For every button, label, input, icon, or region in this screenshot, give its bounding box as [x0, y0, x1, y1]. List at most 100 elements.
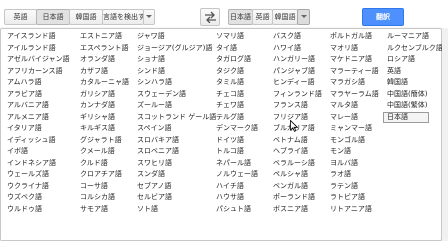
language-menu-item[interactable]: ウェールズ語: [5, 169, 70, 181]
language-menu-item[interactable]: セブアノ語: [135, 181, 216, 193]
language-menu-item[interactable]: グジャラト語: [78, 135, 129, 147]
language-menu-item[interactable]: アイルランド語: [5, 43, 70, 55]
language-menu-item[interactable]: 韓国語: [385, 77, 443, 89]
language-menu-item[interactable]: ソト語: [135, 204, 216, 216]
language-menu-item[interactable]: ジャワ語: [135, 31, 216, 43]
language-menu-item[interactable]: イディッシュ語: [5, 135, 70, 147]
language-menu-item[interactable]: ソマリ語: [214, 31, 258, 43]
language-menu-item[interactable]: マレー語: [328, 112, 379, 124]
language-menu-item[interactable]: ヘブライ語: [271, 146, 322, 158]
language-menu-item[interactable]: マラガシ語: [328, 77, 379, 89]
language-menu-item[interactable]: タジク語: [214, 66, 258, 78]
language-menu-item[interactable]: ヨルバ語: [328, 158, 379, 170]
detect-language-button[interactable]: 言語を検出する: [102, 9, 144, 25]
language-menu-item[interactable]: クルド語: [78, 158, 129, 170]
language-menu-item[interactable]: モンゴル語: [328, 135, 379, 147]
language-menu-item[interactable]: シンド語: [135, 66, 216, 78]
language-menu-item[interactable]: コーサ語: [78, 181, 129, 193]
language-menu-item[interactable]: イボ語: [5, 146, 70, 158]
language-menu-item[interactable]: コルシカ語: [78, 192, 129, 204]
language-menu-item[interactable]: ノルウェー語: [214, 169, 258, 181]
language-menu-item[interactable]: エストニア語: [78, 31, 129, 43]
language-menu-item[interactable]: サモア語: [78, 204, 129, 216]
language-menu-item[interactable]: アルメニア語: [5, 112, 70, 124]
language-menu-item[interactable]: ベトナム語: [271, 135, 322, 147]
language-menu-item[interactable]: カンナダ語: [78, 100, 129, 112]
language-menu-item[interactable]: バスク語: [271, 31, 322, 43]
language-menu-item[interactable]: カザフ語: [78, 66, 129, 78]
language-menu-item[interactable]: ボスニア語: [271, 204, 322, 216]
language-menu-item[interactable]: ハウサ語: [214, 192, 258, 204]
source-lang-korean-button[interactable]: 韓国語: [69, 9, 103, 25]
language-menu-item[interactable]: ヒンディー語: [271, 77, 322, 89]
language-menu-item[interactable]: タガログ語: [214, 54, 258, 66]
language-menu-item[interactable]: フランス語: [271, 100, 322, 112]
language-menu-item[interactable]: ウズベク語: [5, 192, 70, 204]
language-menu-item[interactable]: フィンランド語: [271, 89, 322, 101]
language-menu-item[interactable]: パンジャブ語: [271, 66, 322, 78]
language-menu-item[interactable]: シンハラ語: [135, 77, 216, 89]
translate-button[interactable]: 翻訳: [362, 8, 404, 26]
language-menu-item[interactable]: ウクライナ語: [5, 181, 70, 193]
language-menu-item[interactable]: クメール語: [78, 146, 129, 158]
page-scrollbar[interactable]: [442, 28, 448, 241]
language-menu-item[interactable]: ポーランド語: [271, 192, 322, 204]
target-lang-dropdown-button[interactable]: [297, 9, 310, 25]
language-menu-item[interactable]: ミャンマー語: [328, 123, 379, 135]
language-menu-item[interactable]: テルグ語: [214, 112, 258, 124]
language-menu-item[interactable]: ズールー語: [135, 100, 216, 112]
language-menu-item[interactable]: マオリ語: [328, 43, 379, 55]
language-menu-item[interactable]: スペイン語: [135, 123, 216, 135]
language-menu-item[interactable]: マルタ語: [328, 100, 379, 112]
language-menu-item[interactable]: ベンガル語: [271, 181, 322, 193]
language-menu-item[interactable]: キルギス語: [78, 123, 129, 135]
language-menu-item[interactable]: アイスランド語: [5, 31, 70, 43]
source-lang-english-button[interactable]: 英語: [4, 9, 37, 25]
language-menu-item[interactable]: スウェーデン語: [135, 89, 216, 101]
language-menu-item[interactable]: リトアニア語: [328, 204, 379, 216]
language-menu-item[interactable]: スコットランド ゲール語: [135, 112, 216, 124]
language-menu-item[interactable]: セルビア語: [135, 192, 216, 204]
language-menu-item[interactable]: スロベニア語: [135, 146, 216, 158]
language-menu-item[interactable]: ポルトガル語: [328, 31, 379, 43]
language-menu-item[interactable]: ラオ語: [328, 169, 379, 181]
language-menu-item[interactable]: デンマーク語: [214, 123, 258, 135]
language-menu-item[interactable]: ハワイ語: [271, 43, 322, 55]
language-menu-item[interactable]: モン語: [328, 146, 379, 158]
language-menu-item[interactable]: ウルドゥ語: [5, 204, 70, 216]
language-menu-item[interactable]: 中国語(簡体): [385, 89, 443, 101]
language-menu-item[interactable]: マケドニア語: [328, 54, 379, 66]
language-menu-item[interactable]: トルコ語: [214, 146, 258, 158]
language-menu-item[interactable]: アゼルバイジャン語: [5, 54, 70, 66]
language-menu-item[interactable]: 英語: [385, 66, 443, 78]
target-lang-korean-button[interactable]: 韓国語: [272, 9, 298, 25]
language-menu-item[interactable]: ハンガリー語: [271, 54, 322, 66]
language-menu-item[interactable]: ベラルーシ語: [271, 158, 322, 170]
target-lang-english-button[interactable]: 英語: [252, 9, 273, 25]
language-menu-item[interactable]: カタルーニャ語: [78, 77, 129, 89]
language-menu-item[interactable]: クロアチア語: [78, 169, 129, 181]
language-menu-item[interactable]: スンダ語: [135, 169, 216, 181]
language-menu-item[interactable]: タミル語: [214, 77, 258, 89]
source-lang-dropdown-button[interactable]: [143, 9, 155, 25]
language-menu-item[interactable]: マラーティー語: [328, 66, 379, 78]
language-menu-item[interactable]: ドイツ語: [214, 135, 258, 147]
language-menu-item[interactable]: スワヒリ語: [135, 158, 216, 170]
swap-languages-button[interactable]: [200, 8, 220, 26]
language-menu-item[interactable]: ラテン語: [328, 181, 379, 193]
language-menu-item[interactable]: ルクセンブルク語: [385, 43, 443, 55]
language-menu-item[interactable]: ショナ語: [135, 54, 216, 66]
language-menu-item[interactable]: チェワ語: [214, 100, 258, 112]
language-menu-item[interactable]: アラビア語: [5, 89, 70, 101]
language-menu-item[interactable]: インドネシア語: [5, 158, 70, 170]
language-menu-item[interactable]: 日本語: [383, 111, 429, 123]
language-menu-item[interactable]: ロシア語: [385, 54, 443, 66]
language-menu-item[interactable]: タイ語: [214, 43, 258, 55]
language-menu-item[interactable]: 中国語(繁体): [385, 100, 443, 112]
language-menu-item[interactable]: イタリア語: [5, 123, 70, 135]
language-menu-item[interactable]: ハイチ語: [214, 181, 258, 193]
language-menu-item[interactable]: スロバキア語: [135, 135, 216, 147]
language-menu-item[interactable]: アフリカーンス語: [5, 66, 70, 78]
language-menu-item[interactable]: エスペラント語: [78, 43, 129, 55]
language-menu-item[interactable]: ラトビア語: [328, 192, 379, 204]
